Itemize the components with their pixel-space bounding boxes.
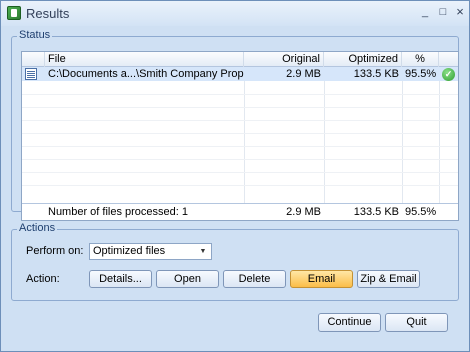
- delete-button[interactable]: Delete: [223, 270, 286, 288]
- maximize-button[interactable]: □: [436, 5, 450, 19]
- actions-group: Actions: [11, 222, 459, 301]
- grid-line: [22, 120, 458, 121]
- grid-line: [22, 172, 458, 173]
- word-document-icon: [25, 68, 37, 80]
- actions-group-label: Actions: [17, 222, 58, 234]
- total-original-size: 2.9 MB: [286, 206, 321, 218]
- email-button[interactable]: Email: [290, 270, 353, 288]
- row-original-size: 2.9 MB: [286, 68, 321, 80]
- open-button[interactable]: Open: [156, 270, 219, 288]
- app-icon: [7, 6, 21, 20]
- details-button[interactable]: Details...: [89, 270, 152, 288]
- quit-button[interactable]: Quit: [385, 313, 448, 332]
- action-label: Action:: [26, 273, 60, 285]
- row-file-path: C:\Documents a...\Smith Company Proposal…: [48, 68, 244, 80]
- column-header-percent[interactable]: %: [402, 52, 439, 67]
- table-header: File Original Optimized %: [22, 52, 458, 67]
- column-header-file[interactable]: File: [45, 52, 244, 67]
- row-optimized-size: 133.5 KB: [353, 68, 399, 80]
- files-processed-label: Number of files processed: 1: [48, 206, 189, 218]
- minimize-button[interactable]: _: [418, 5, 432, 19]
- results-window: Results _ □ × Status File Original Optim…: [0, 0, 470, 352]
- total-optimized-size: 133.5 KB: [353, 206, 399, 218]
- grid-line: [22, 146, 458, 147]
- table-row[interactable]: C:\Documents a...\Smith Company Proposal…: [22, 67, 458, 81]
- column-header-original[interactable]: Original: [244, 52, 324, 67]
- status-group: Status File Original Optimized % C:\Docu…: [11, 29, 459, 221]
- title-bar[interactable]: Results _ □ ×: [1, 1, 469, 26]
- continue-button[interactable]: Continue: [318, 313, 381, 332]
- row-percent: 95.5%: [405, 68, 437, 80]
- grid-line: [22, 185, 458, 186]
- chevron-down-icon[interactable]: ▼: [197, 245, 209, 258]
- grid-line: [22, 133, 458, 134]
- zip-email-button[interactable]: Zip & Email: [357, 270, 420, 288]
- perform-on-label: Perform on:: [26, 245, 84, 257]
- column-header-status: [439, 52, 458, 67]
- perform-on-value: Optimized files: [93, 245, 166, 257]
- close-button[interactable]: ×: [453, 5, 467, 19]
- grid-line: [22, 159, 458, 160]
- column-header-icon[interactable]: [22, 52, 45, 67]
- grid-line: [22, 107, 458, 108]
- grid-line: [22, 94, 458, 95]
- perform-on-select[interactable]: Optimized files ▼: [89, 243, 212, 260]
- column-header-optimized[interactable]: Optimized: [324, 52, 402, 67]
- table-footer: Number of files processed: 1 2.9 MB 133.…: [22, 203, 458, 220]
- results-table[interactable]: File Original Optimized % C:\Documents a…: [21, 51, 459, 221]
- success-check-icon: ✓: [442, 68, 455, 81]
- window-title: Results: [26, 6, 70, 21]
- status-group-label: Status: [17, 29, 53, 41]
- total-percent: 95.5%: [405, 206, 437, 218]
